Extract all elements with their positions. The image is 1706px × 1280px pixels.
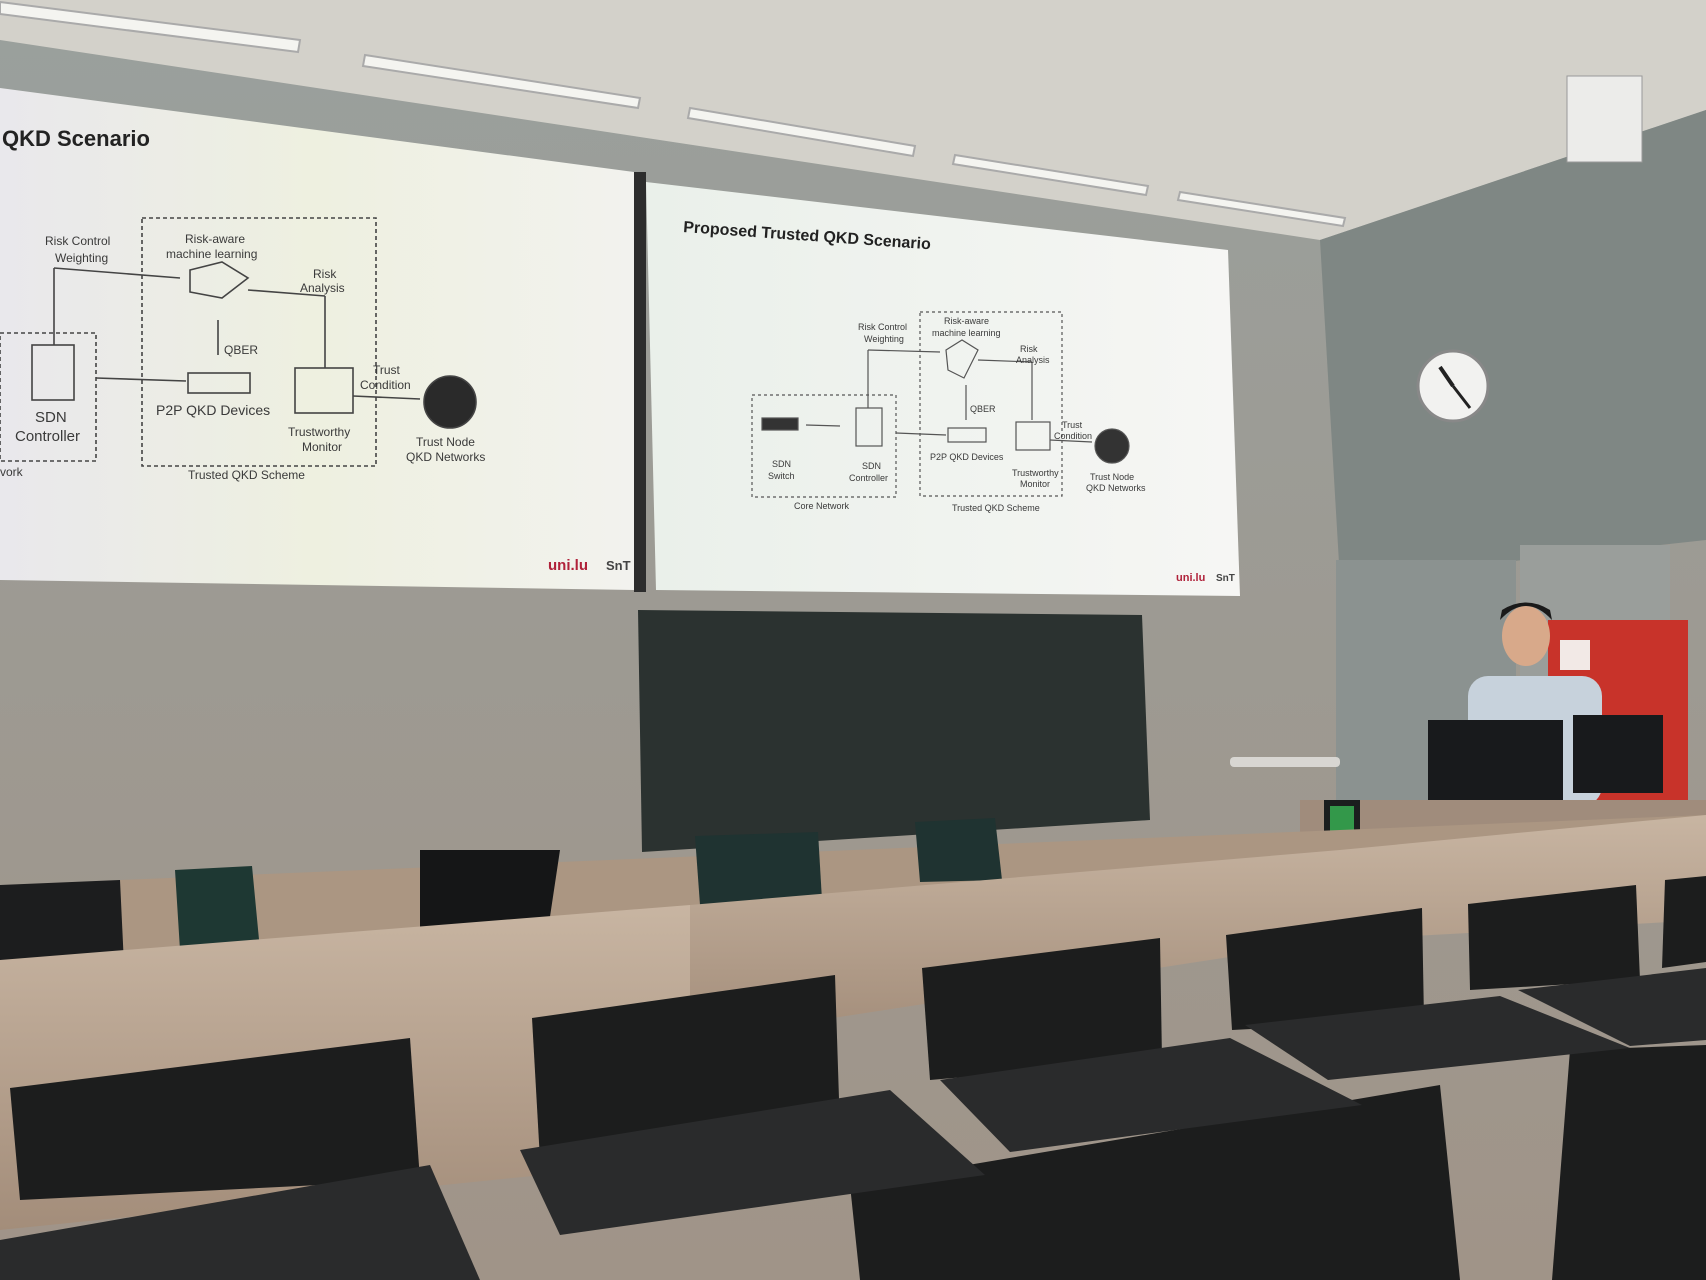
risk-control-label: Risk Control — [858, 322, 907, 332]
qkd-networks-label: QKD Networks — [406, 450, 485, 464]
presenter-head — [1502, 606, 1550, 666]
exit-sign-icon — [1560, 640, 1590, 670]
weighting-label: Weighting — [864, 334, 904, 344]
chair — [1662, 876, 1706, 968]
machine-learning-label: machine learning — [166, 247, 257, 261]
side-table — [1230, 757, 1340, 767]
projector-speaker — [1566, 75, 1643, 163]
lectern-monitor — [1573, 715, 1663, 793]
snt-logo: SnT — [606, 558, 631, 573]
machine-learning-label: machine learning — [932, 328, 1001, 338]
screen-divider — [634, 172, 646, 592]
scheme-label: Trusted QKD Scheme — [952, 503, 1040, 513]
left-slide-title: QKD Scenario — [2, 126, 150, 151]
globe-icon — [1094, 428, 1130, 464]
core-network-label: Core Network — [794, 501, 850, 511]
controller-label: Controller — [15, 428, 80, 445]
sdn-switch-label: SDN — [772, 459, 791, 469]
wall-clock-icon — [1416, 349, 1490, 423]
unilu-logo: uni.lu — [548, 557, 588, 574]
controller-label: Controller — [849, 473, 888, 483]
chair-back — [915, 818, 1002, 882]
monitor-label: Monitor — [1020, 479, 1050, 489]
chair-back — [175, 866, 260, 950]
snt-logo: SnT — [1216, 573, 1235, 584]
chair-back — [695, 832, 822, 905]
network-label: vork — [0, 465, 24, 479]
trust-label: Trust — [373, 363, 401, 377]
lectern-monitor — [1428, 720, 1563, 810]
risk-aware-label: Risk-aware — [944, 316, 989, 326]
analysis-label: Analysis — [1016, 355, 1050, 365]
p2p-label: P2P QKD Devices — [930, 452, 1004, 462]
analysis-label: Analysis — [300, 281, 345, 295]
qkd-networks-label: QKD Networks — [1086, 483, 1146, 493]
trust-node-label: Trust Node — [416, 435, 475, 449]
risk-label: Risk — [313, 267, 337, 281]
p2p-label: P2P QKD Devices — [156, 402, 270, 418]
trust-node-label: Trust Node — [1090, 472, 1134, 482]
lecture-hall-photo: QKD Scenario Risk Control Weighting Risk… — [0, 0, 1706, 1280]
blackboard — [638, 610, 1150, 852]
switch-label: Switch — [768, 471, 795, 481]
risk-aware-label: Risk-aware — [185, 232, 245, 246]
scheme-label: Trusted QKD Scheme — [188, 468, 305, 482]
qber-label: QBER — [224, 343, 258, 357]
condition-label: Condition — [1054, 431, 1092, 441]
sdn-switch-icon — [761, 417, 799, 431]
sdn-controller-label: SDN — [862, 461, 881, 471]
chair — [1552, 1045, 1706, 1280]
risk-label: Risk — [1020, 344, 1038, 354]
left-slide — [0, 88, 634, 590]
trust-label: Trust — [1062, 420, 1083, 430]
condition-label: Condition — [360, 378, 411, 392]
trustworthy-label: Trustworthy — [1012, 468, 1059, 478]
sdn-label: SDN — [35, 409, 67, 426]
unilu-logo: uni.lu — [1176, 572, 1205, 584]
right-slide — [646, 182, 1240, 596]
risk-control-label: Risk Control — [45, 234, 110, 248]
trustworthy-label: Trustworthy — [288, 425, 350, 439]
qber-label: QBER — [970, 404, 996, 414]
globe-icon — [423, 375, 477, 429]
weighting-label: Weighting — [55, 251, 108, 265]
monitor-label: Monitor — [302, 440, 342, 454]
